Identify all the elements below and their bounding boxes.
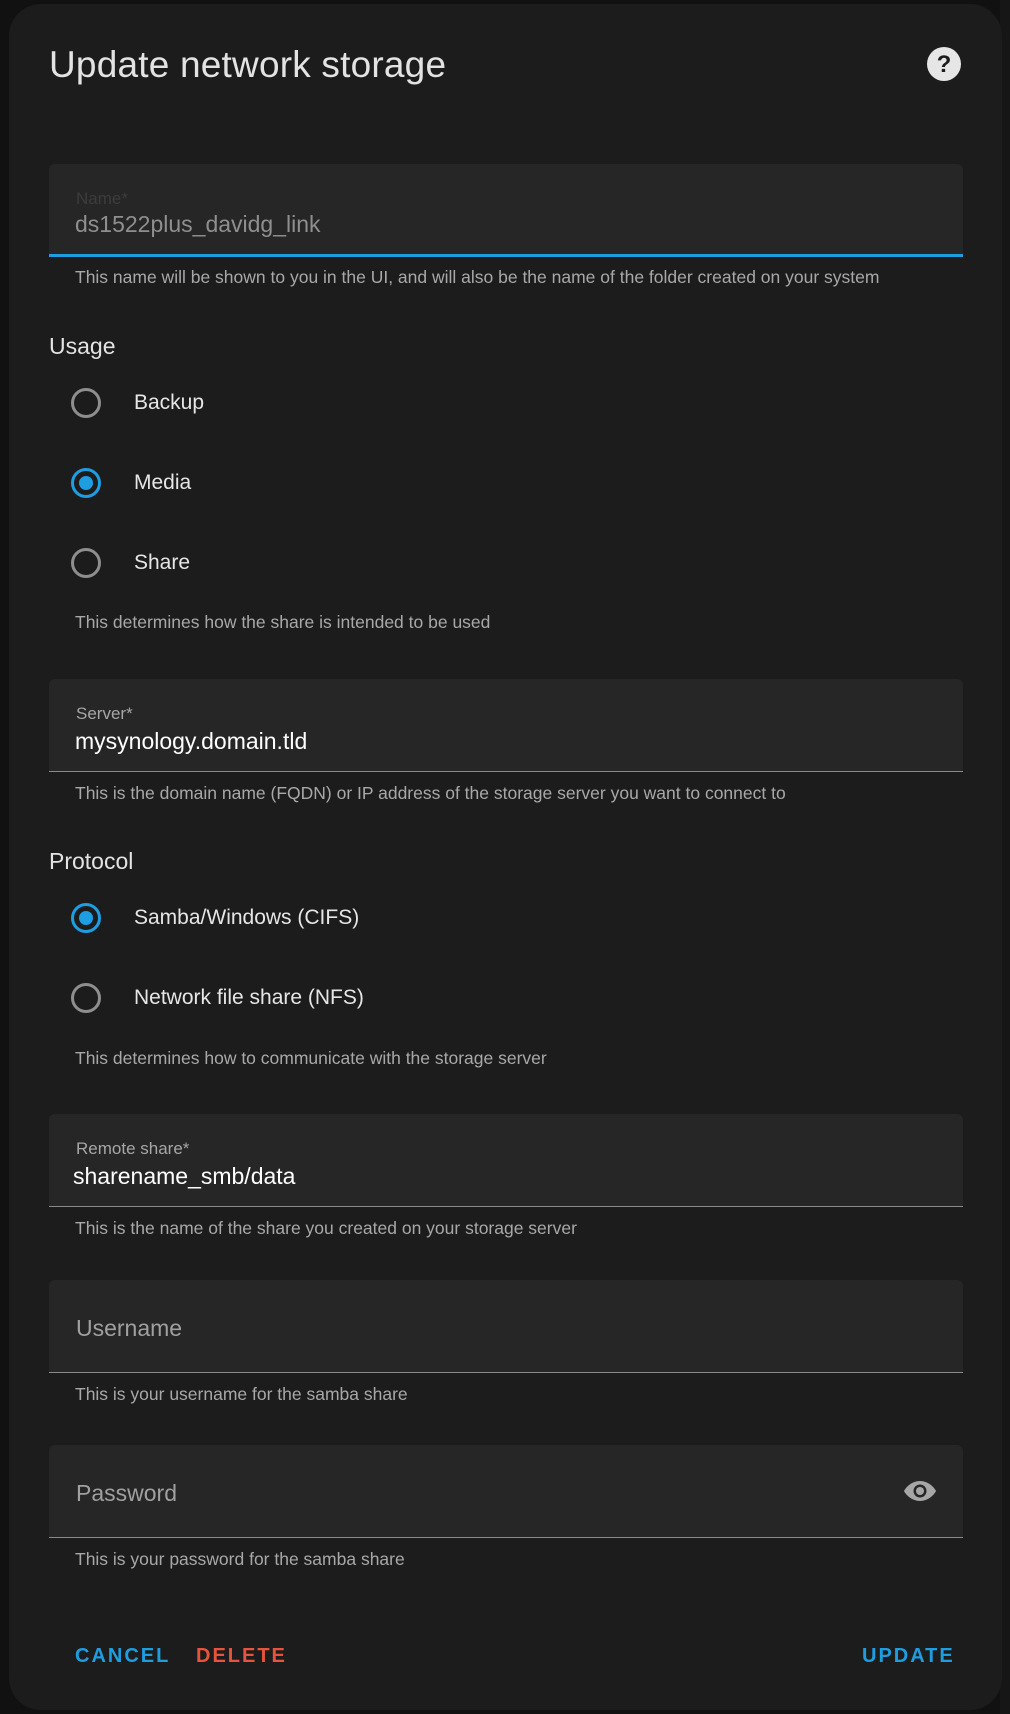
protocol-option-label: Samba/Windows (CIFS) bbox=[134, 906, 360, 929]
remote-share-field-value: sharename_smb/data bbox=[73, 1163, 296, 1189]
protocol-option-cifs[interactable]: Samba/Windows (CIFS) bbox=[71, 898, 359, 938]
remote-share-field-underline bbox=[49, 1206, 963, 1207]
remote-share-field-label: Remote share* bbox=[76, 1139, 190, 1158]
dialog-title: Update network storage bbox=[49, 44, 447, 85]
eye-icon[interactable] bbox=[903, 1479, 937, 1503]
update-network-storage-dialog: Update network storage ? Name* ds1522plu… bbox=[9, 4, 1002, 1710]
server-field-underline bbox=[49, 771, 963, 772]
radio-nfs[interactable] bbox=[71, 983, 101, 1013]
radio-cifs[interactable] bbox=[71, 903, 101, 933]
protocol-option-label: Network file share (NFS) bbox=[134, 986, 364, 1009]
usage-title: Usage bbox=[49, 333, 116, 359]
username-field-helper: This is your username for the samba shar… bbox=[75, 1384, 408, 1404]
server-field-value: mysynology.domain.tld bbox=[75, 728, 308, 754]
name-field[interactable]: Name* ds1522plus_davidg_link bbox=[49, 164, 963, 257]
server-field[interactable]: Server* mysynology.domain.tld bbox=[49, 679, 963, 772]
delete-button[interactable]: DELETE bbox=[196, 1645, 287, 1668]
radio-backup[interactable] bbox=[71, 388, 101, 418]
name-field-value: ds1522plus_davidg_link bbox=[75, 211, 321, 237]
name-field-helper: This name will be shown to you in the UI… bbox=[75, 267, 880, 287]
remote-share-field[interactable]: Remote share* sharename_smb/data bbox=[49, 1114, 963, 1207]
usage-option-label: Share bbox=[134, 551, 191, 574]
username-field-underline bbox=[49, 1372, 963, 1373]
usage-helper: This determines how the share is intende… bbox=[75, 612, 491, 632]
update-button[interactable]: UPDATE bbox=[862, 1645, 955, 1668]
name-field-underline bbox=[49, 254, 963, 257]
remote-share-field-helper: This is the name of the share you create… bbox=[75, 1218, 577, 1238]
password-field-label: Password bbox=[76, 1480, 177, 1506]
svg-text:?: ? bbox=[937, 51, 952, 78]
radio-share[interactable] bbox=[71, 548, 101, 578]
username-field-label: Username bbox=[76, 1315, 183, 1341]
server-field-label: Server* bbox=[76, 704, 133, 723]
cancel-button[interactable]: CANCEL bbox=[75, 1645, 170, 1668]
usage-option-media[interactable]: Media bbox=[71, 463, 191, 503]
server-field-helper: This is the domain name (FQDN) or IP add… bbox=[75, 783, 786, 803]
username-field[interactable]: Username bbox=[49, 1280, 963, 1373]
usage-option-backup[interactable]: Backup bbox=[71, 383, 204, 423]
usage-option-share[interactable]: Share bbox=[71, 543, 190, 583]
password-field[interactable]: Password bbox=[49, 1445, 963, 1538]
name-field-label: Name* bbox=[76, 189, 128, 208]
help-circle-icon[interactable]: ? bbox=[925, 45, 963, 83]
protocol-option-nfs[interactable]: Network file share (NFS) bbox=[71, 978, 364, 1018]
protocol-helper: This determines how to communicate with … bbox=[75, 1048, 547, 1068]
password-field-underline bbox=[49, 1537, 963, 1538]
protocol-title: Protocol bbox=[49, 848, 134, 874]
radio-media[interactable] bbox=[71, 468, 101, 498]
usage-option-label: Backup bbox=[134, 391, 205, 414]
usage-option-label: Media bbox=[134, 471, 192, 494]
password-field-helper: This is your password for the samba shar… bbox=[75, 1549, 405, 1569]
